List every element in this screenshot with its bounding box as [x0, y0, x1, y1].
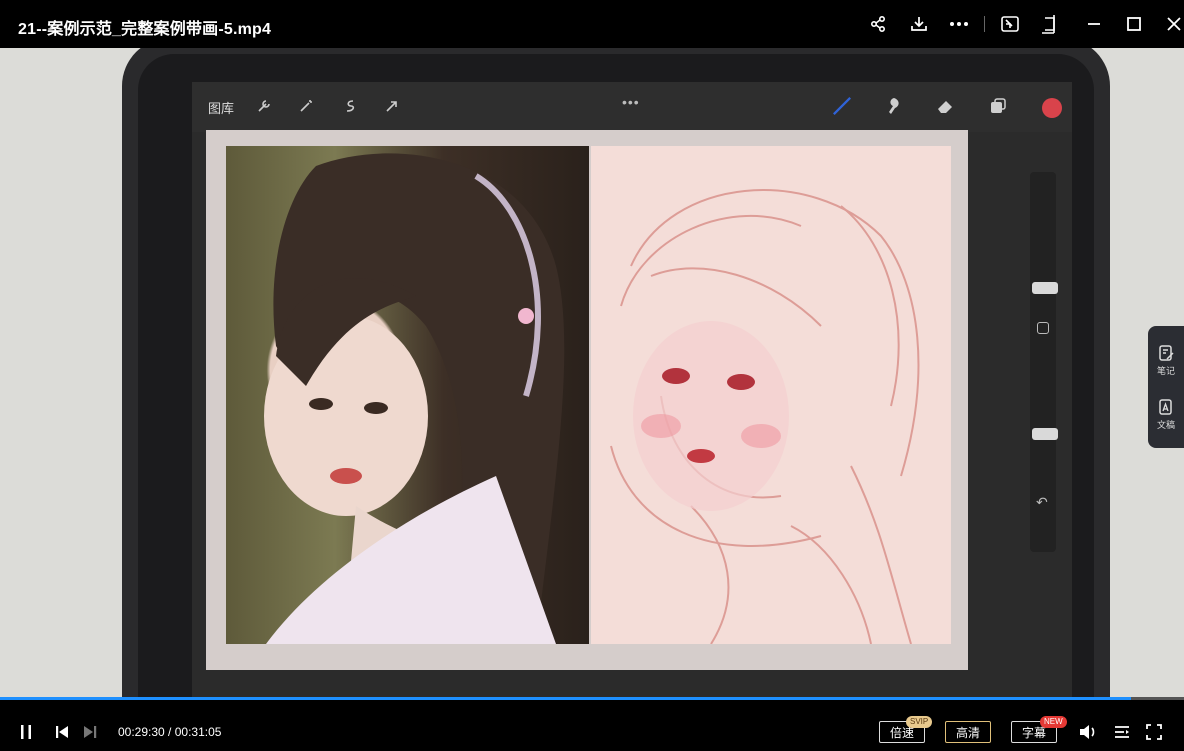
- quality-button[interactable]: 高清: [945, 721, 991, 743]
- draft-icon: [1159, 398, 1172, 415]
- transform-icon: [382, 96, 402, 116]
- notes-icon: [1159, 344, 1174, 361]
- time-separator: /: [164, 725, 175, 739]
- quality-label: 高清: [955, 725, 980, 740]
- gallery-label: 图库: [208, 101, 235, 116]
- download-icon[interactable]: [907, 12, 931, 36]
- undo-icon: ↶: [1036, 494, 1048, 510]
- seek-bar[interactable]: [0, 697, 1184, 700]
- player-controls: 00:29:30 / 00:31:05 倍速 SVIP 高清 字幕 NEW: [0, 700, 1184, 751]
- seek-bar-fill: [0, 697, 1131, 700]
- more-icon[interactable]: [947, 12, 971, 36]
- draft-label: 文稿: [1156, 419, 1175, 430]
- eraser-icon: [936, 96, 956, 116]
- video-title: 21--案例示范_完整案例带画-5.mp4: [18, 21, 272, 38]
- minimize-icon[interactable]: [1082, 12, 1106, 36]
- draft-button[interactable]: 文稿: [1148, 388, 1184, 440]
- new-badge: NEW: [1040, 716, 1067, 728]
- brush-size-slider: ↶: [1030, 172, 1058, 552]
- procreate-screen: 图库 ••• ↶: [192, 82, 1072, 698]
- size-slider-knob: [1032, 282, 1058, 294]
- smudge-icon: [884, 96, 904, 116]
- color-picker: [1042, 98, 1062, 118]
- time-display: 00:29:30 / 00:31:05: [118, 725, 221, 739]
- notes-label: 笔记: [1156, 365, 1175, 376]
- video-frame[interactable]: 图库 ••• ↶: [0, 48, 1184, 698]
- total-time: 00:31:05: [174, 725, 222, 739]
- title-separator: [984, 16, 985, 32]
- side-tools-panel: 笔记 文稿: [1148, 326, 1184, 448]
- volume-icon[interactable]: [1078, 722, 1098, 742]
- procreate-more-icon: •••: [622, 94, 640, 110]
- share-icon[interactable]: [866, 12, 890, 36]
- brush-icon: [832, 96, 852, 116]
- maximize-icon[interactable]: [1122, 12, 1146, 36]
- picture-in-picture-icon[interactable]: [998, 12, 1022, 36]
- current-time: 00:29:30: [118, 725, 165, 739]
- procreate-toolbar: 图库 •••: [192, 82, 1072, 132]
- notes-button[interactable]: 笔记: [1148, 334, 1184, 386]
- modify-button-icon: [1037, 322, 1049, 334]
- fullscreen-icon[interactable]: [1144, 722, 1164, 742]
- selection-icon: [340, 96, 360, 116]
- svip-badge: SVIP: [906, 716, 933, 728]
- close-icon[interactable]: [1162, 12, 1184, 36]
- title-bar: 21--案例示范_完整案例带画-5.mp4: [0, 0, 1184, 48]
- playlist-icon[interactable]: [1112, 722, 1132, 742]
- ipad-bezel: 图库 ••• ↶: [138, 54, 1094, 698]
- opacity-slider-knob: [1032, 428, 1058, 440]
- reference-photo: [226, 146, 589, 644]
- pin-icon[interactable]: [1038, 12, 1062, 36]
- previous-icon[interactable]: [52, 722, 72, 742]
- ipad-device: 图库 ••• ↶: [122, 48, 1110, 698]
- drawing-canvas: [206, 130, 968, 670]
- wrench-icon: [254, 96, 274, 116]
- next-icon[interactable]: [80, 722, 100, 742]
- sketch-drawing: [591, 146, 951, 644]
- layers-icon: [988, 96, 1008, 116]
- pause-icon[interactable]: [16, 722, 36, 742]
- magic-wand-icon: [296, 96, 316, 116]
